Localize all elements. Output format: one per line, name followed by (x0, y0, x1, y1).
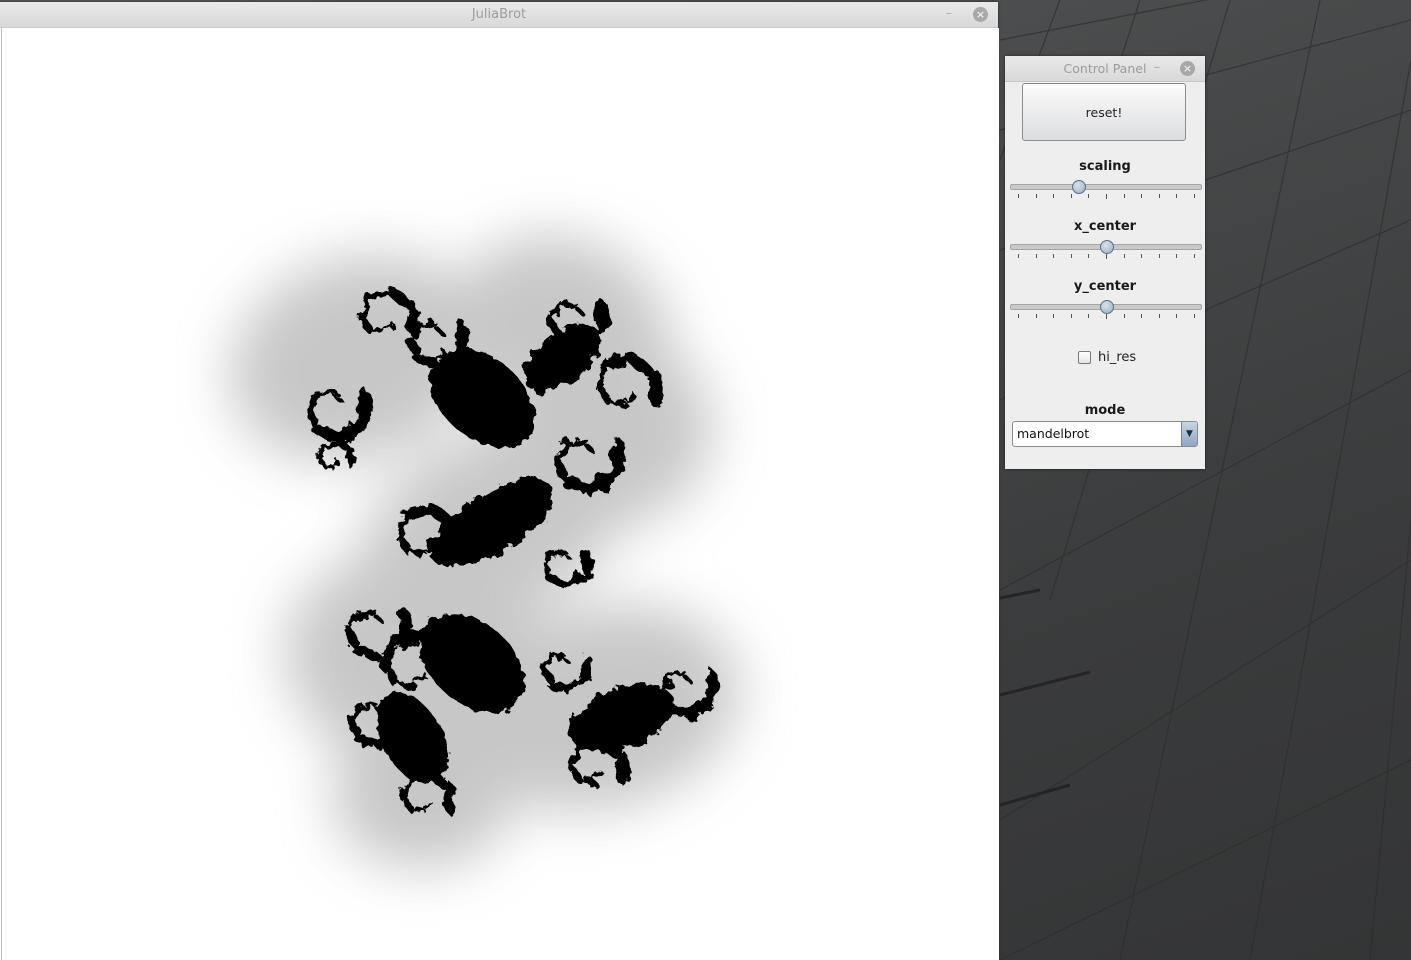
scaling-ticks (1018, 194, 1195, 199)
minimize-icon[interactable]: – (946, 2, 952, 24)
x-center-ticks (1018, 254, 1195, 259)
slider-tick (1035, 254, 1037, 258)
slider-tick (1088, 254, 1090, 258)
x-center-slider-thumb[interactable] (1100, 240, 1114, 254)
slider-tick (1018, 194, 1019, 198)
minimize-icon[interactable]: – (1154, 56, 1160, 78)
control-panel-window: Control Panel – × reset! scaling x_cente… (1005, 56, 1205, 469)
slider-tick (1194, 194, 1195, 198)
juliabrot-window: JuliaBrot – × (0, 2, 999, 960)
scaling-slider[interactable] (1010, 180, 1202, 194)
slider-tick (1070, 254, 1072, 258)
slider-tick (1158, 314, 1160, 318)
y-center-ticks (1018, 314, 1195, 319)
control-panel-titlebar[interactable]: Control Panel – × (1005, 56, 1205, 82)
window-title: JuliaBrot (471, 7, 527, 22)
close-icon[interactable]: × (973, 7, 988, 22)
julia-set-image (230, 235, 740, 868)
slider-tick (1141, 194, 1143, 198)
y-center-slider[interactable] (1010, 300, 1202, 314)
slider-tick (1018, 314, 1019, 318)
slider-tick (1088, 194, 1090, 198)
slider-tick (1035, 194, 1037, 198)
slider-tick (1035, 314, 1037, 318)
control-panel-title: Control Panel (1063, 61, 1147, 76)
slider-tick (1106, 194, 1107, 199)
slider-tick (1194, 314, 1195, 318)
slider-tick (1194, 254, 1195, 258)
mode-label: mode (1084, 403, 1126, 418)
x-center-slider[interactable] (1010, 240, 1202, 254)
hi-res-option[interactable]: hi_res (1078, 349, 1136, 365)
slider-tick (1123, 314, 1125, 318)
scaling-label: scaling (1079, 159, 1131, 174)
y-center-slider-thumb[interactable] (1100, 300, 1114, 314)
slider-tick (1176, 314, 1178, 318)
slider-tick (1053, 254, 1055, 258)
close-icon[interactable]: × (1180, 61, 1195, 76)
slider-tick (1070, 314, 1072, 318)
hi-res-checkbox[interactable] (1078, 350, 1091, 364)
slider-tick (1158, 194, 1160, 198)
slider-tick (1018, 254, 1019, 258)
slider-tick (1123, 194, 1125, 198)
slider-tick (1053, 314, 1055, 318)
slider-tick (1158, 254, 1160, 258)
slider-tick (1053, 194, 1055, 198)
juliabrot-titlebar[interactable]: JuliaBrot – × (0, 2, 998, 28)
slider-tick (1141, 254, 1143, 258)
fractal-canvas[interactable] (1, 28, 999, 960)
slider-tick (1106, 314, 1107, 319)
mode-select[interactable]: mandelbrot ▼ (1012, 421, 1198, 447)
slider-tick (1088, 314, 1090, 318)
scaling-slider-thumb[interactable] (1071, 180, 1086, 194)
hi-res-label: hi_res (1098, 349, 1137, 365)
reset-button[interactable]: reset! (1022, 83, 1186, 141)
x-center-label: x_center (1073, 219, 1137, 234)
slider-tick (1123, 254, 1125, 258)
slider-tick (1176, 254, 1178, 258)
slider-tick (1106, 254, 1107, 259)
slider-tick (1141, 314, 1143, 318)
slider-tick (1176, 194, 1178, 198)
chevron-down-icon[interactable]: ▼ (1181, 422, 1197, 446)
mode-selected-value: mandelbrot (1017, 426, 1090, 441)
y-center-label: y_center (1073, 279, 1137, 294)
slider-tick (1070, 194, 1072, 198)
